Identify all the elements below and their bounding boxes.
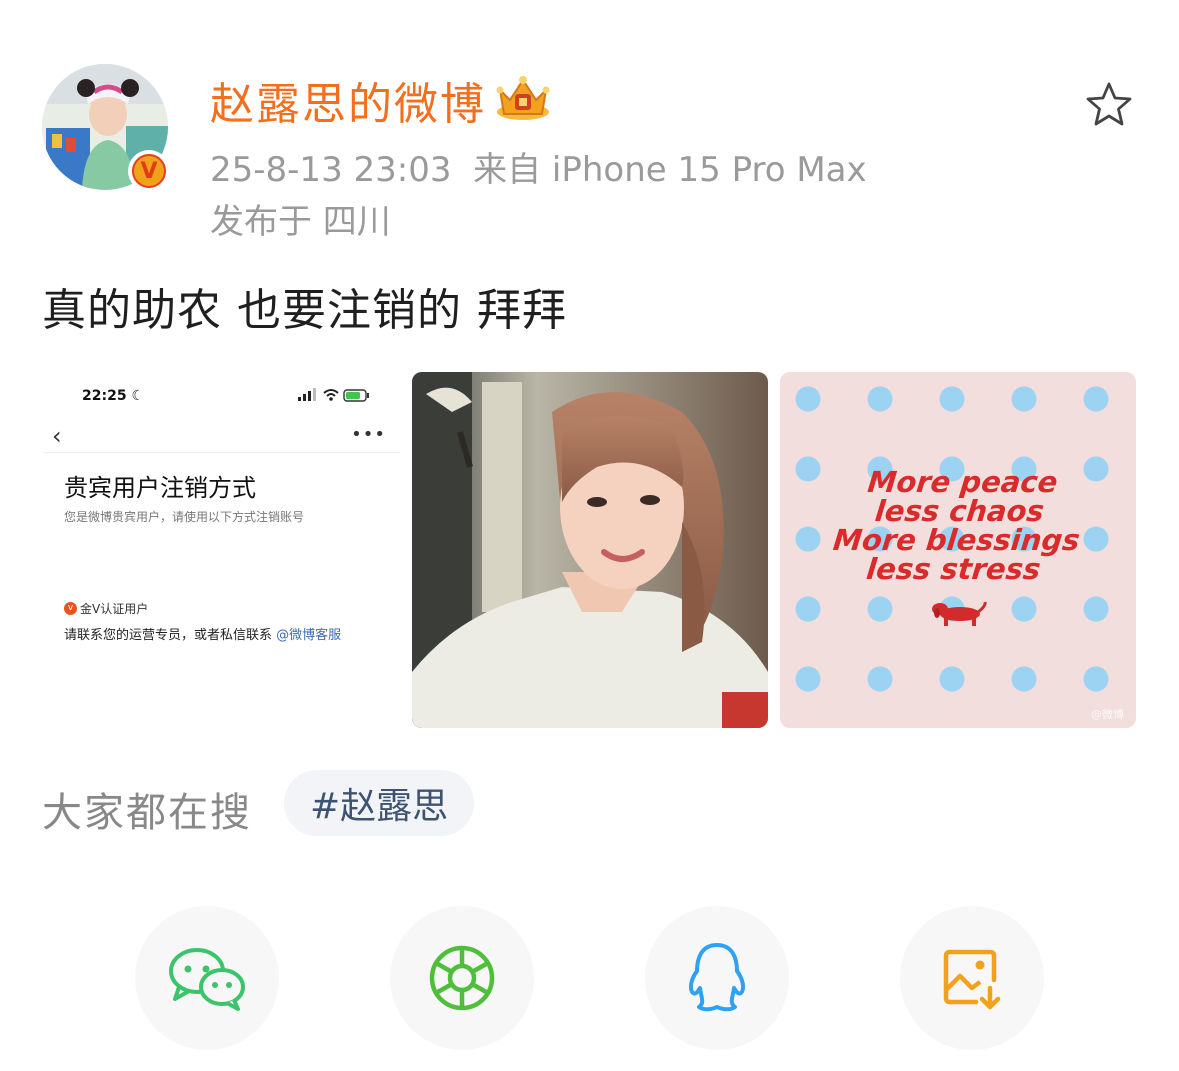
- status-time: 22:25 ☾: [82, 388, 145, 404]
- gold-v-row: v 金V认证用户: [64, 600, 148, 617]
- divider: [44, 452, 400, 453]
- hot-search-tag[interactable]: #赵露思: [284, 770, 475, 836]
- share-wechat-button[interactable]: [135, 906, 279, 1050]
- gold-v-icon: v: [64, 602, 77, 615]
- verified-v-icon: V: [132, 154, 166, 188]
- watermark: @微博: [1091, 708, 1124, 721]
- dachshund-icon: [930, 598, 988, 632]
- contact-link: @微博客服: [276, 628, 342, 643]
- selfie-photo: [412, 372, 768, 728]
- contact-text: 请联系您的运营专员，或者私信联系 @微博客服: [64, 628, 342, 643]
- save-image-icon: [943, 949, 1001, 1010]
- post-image-3[interactable]: More peace less chaos More blessings les…: [780, 372, 1136, 728]
- post-image-2[interactable]: [412, 372, 768, 728]
- share-qq-button[interactable]: [645, 906, 789, 1050]
- poster-text: More peace less chaos More blessings les…: [831, 465, 1082, 586]
- post-meta: 25-8-13 23:03 来自 iPhone 15 Pro Max: [210, 142, 867, 191]
- more-icon: •••: [351, 424, 386, 445]
- username[interactable]: 赵露思的微博: [210, 68, 486, 132]
- share-moments-button[interactable]: [390, 906, 534, 1050]
- verified-badge: V: [128, 150, 170, 192]
- post-time: 25-8-13 23:03: [210, 150, 452, 190]
- moments-icon: [429, 945, 495, 1011]
- status-icons: [298, 388, 370, 406]
- screenshot-title: 贵宾用户注销方式: [64, 474, 256, 502]
- gold-crown-icon: [494, 72, 552, 126]
- post-location: 发布于 四川: [210, 202, 391, 242]
- gold-v-label: 金V认证用户: [80, 602, 149, 616]
- wechat-icon: [169, 948, 245, 1011]
- post-source: 来自 iPhone 15 Pro Max: [473, 150, 867, 190]
- star-icon[interactable]: [1084, 80, 1134, 134]
- back-icon: ‹: [52, 422, 62, 450]
- post-text: 真的助农 也要注销的 拜拜: [42, 285, 567, 336]
- save-image-button[interactable]: [900, 906, 1044, 1050]
- screenshot-subtitle: 您是微博贵宾用户，请使用以下方式注销账号: [64, 510, 305, 524]
- qq-icon: [688, 943, 746, 1012]
- post-image-1[interactable]: 22:25 ☾ ‹ ••• 贵宾用户注销方式 您是微博贵宾用户，请使用以下方式注…: [44, 372, 400, 728]
- hot-search-label: 大家都在搜: [42, 790, 252, 836]
